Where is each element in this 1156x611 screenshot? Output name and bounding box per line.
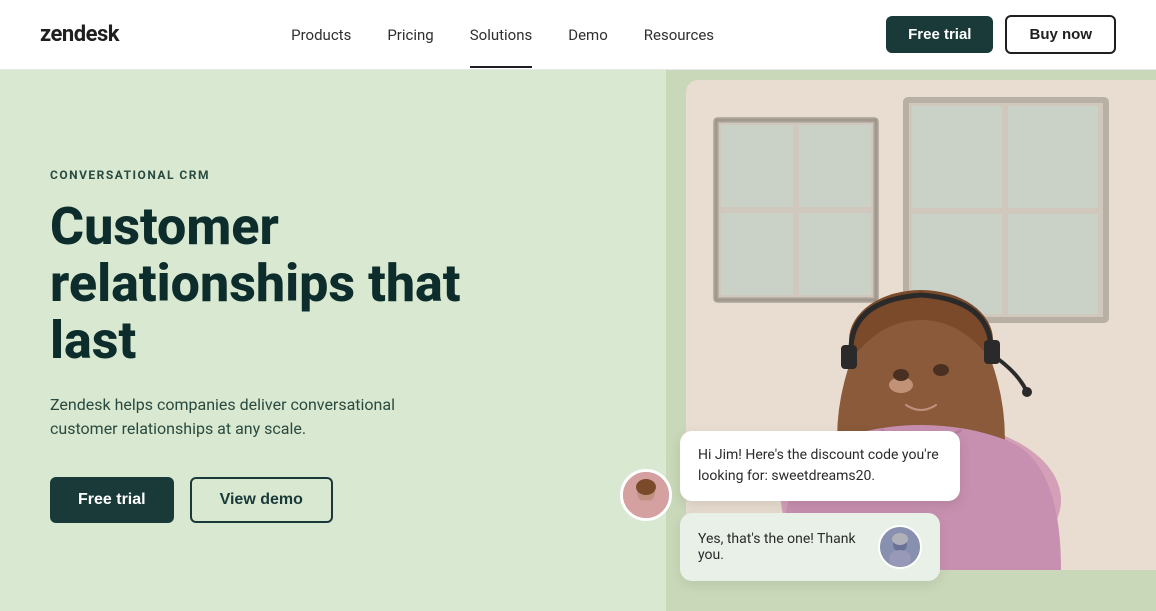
chat-agent-avatar: [620, 469, 672, 521]
hero-image-area: Hi Jim! Here's the discount code you're …: [570, 70, 1156, 611]
nav-item-demo[interactable]: Demo: [568, 26, 608, 44]
chat-overlay: Hi Jim! Here's the discount code you're …: [630, 431, 960, 581]
chat-bubble-user: Yes, that's the one! Thank you.: [680, 513, 940, 581]
hero-subtext: Zendesk helps companies deliver conversa…: [50, 393, 430, 441]
buy-now-button[interactable]: Buy now: [1005, 15, 1116, 54]
chat-bubble-agent-text: Hi Jim! Here's the discount code you're …: [698, 447, 939, 484]
main-nav: Products Pricing Solutions Demo Resource…: [291, 26, 714, 44]
hero-content: CONVERSATIONAL CRM Customer relationship…: [0, 70, 570, 611]
site-header: zendesk Products Pricing Solutions Demo …: [0, 0, 1156, 70]
view-demo-button[interactable]: View demo: [190, 477, 333, 523]
hero-eyebrow: CONVERSATIONAL CRM: [50, 168, 520, 182]
nav-item-products[interactable]: Products: [291, 26, 351, 44]
hero-buttons: Free trial View demo: [50, 477, 520, 523]
hero-headline: Customer relationships that last: [50, 198, 520, 370]
site-logo[interactable]: zendesk: [40, 22, 119, 47]
chat-bubble-user-text: Yes, that's the one! Thank you.: [698, 531, 868, 563]
hero-section: CONVERSATIONAL CRM Customer relationship…: [0, 70, 1156, 611]
free-trial-hero-button[interactable]: Free trial: [50, 477, 174, 523]
nav-item-pricing[interactable]: Pricing: [387, 26, 433, 44]
nav-item-solutions[interactable]: Solutions: [470, 26, 533, 44]
chat-bubble-agent: Hi Jim! Here's the discount code you're …: [680, 431, 960, 501]
user-avatar: [878, 525, 922, 569]
header-actions: Free trial Buy now: [886, 15, 1116, 54]
user-avatar-icon: [880, 527, 920, 567]
free-trial-nav-button[interactable]: Free trial: [886, 16, 993, 53]
nav-item-resources[interactable]: Resources: [644, 26, 714, 44]
agent-avatar-icon: [623, 472, 669, 518]
